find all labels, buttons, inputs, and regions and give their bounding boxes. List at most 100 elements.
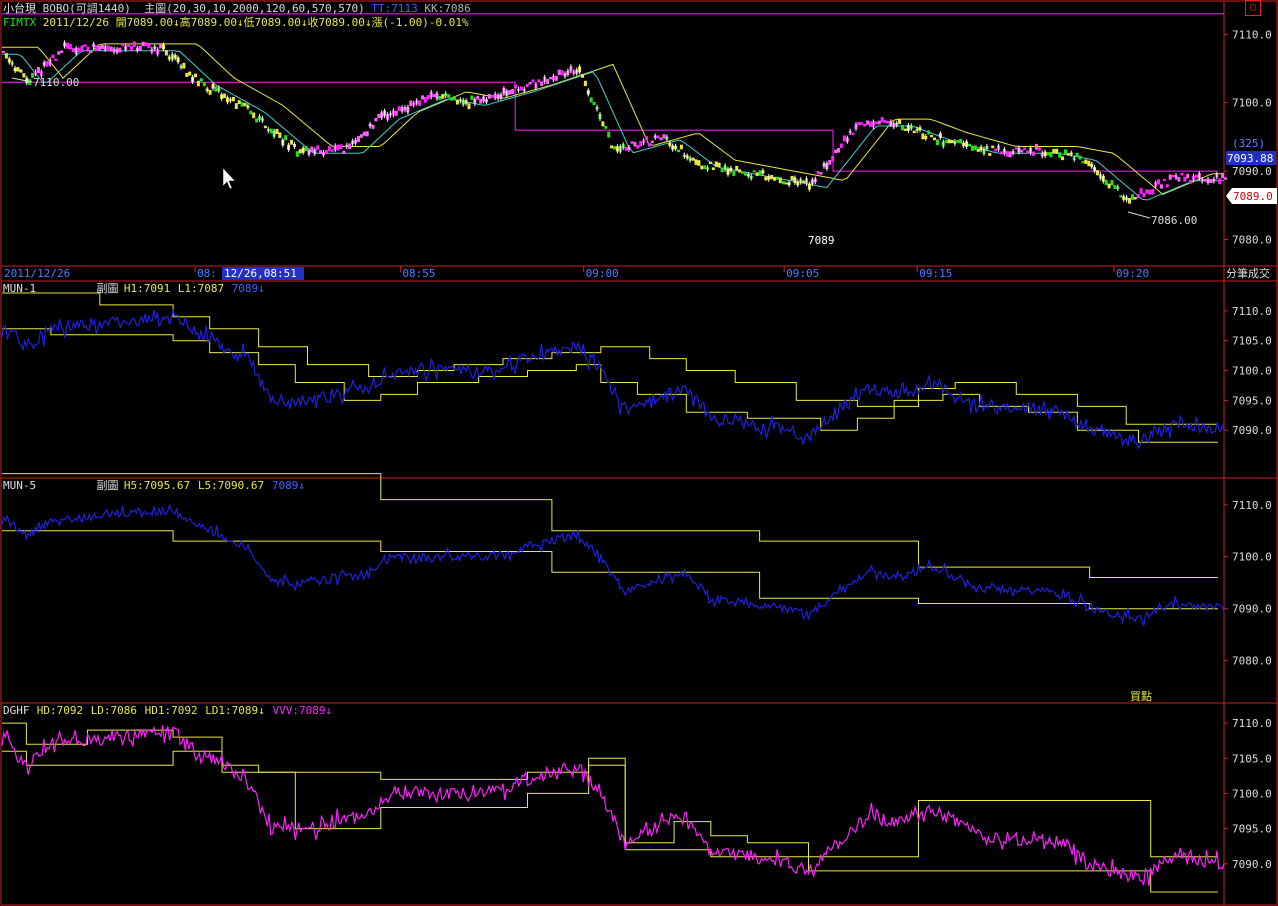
price-wick: [1198, 171, 1200, 181]
price-bar: [89, 51, 93, 53]
price-bar: [869, 121, 872, 127]
price-wick: [302, 145, 304, 155]
price-bar: [633, 141, 637, 147]
price-bar: [68, 44, 72, 50]
y-tick-label: 7095.0: [1232, 394, 1272, 407]
panel2-h: H1:7091: [124, 282, 170, 295]
price-wick: [724, 163, 726, 172]
price-bar: [837, 148, 840, 153]
price-wick: [654, 133, 656, 140]
header-line-1: 小台現 BOBO(可調1440) 主圖(20,30,10,2000,120,60…: [3, 2, 471, 15]
price-wick: [462, 97, 464, 107]
price-wick: [430, 89, 432, 100]
price-bar: [479, 98, 483, 104]
price-bar: [711, 167, 715, 171]
price-bar: [263, 125, 267, 129]
price-bar: [709, 161, 712, 164]
panel3-h: H5:7095.67: [124, 479, 190, 492]
price-bar: [743, 172, 747, 176]
price-bar: [1209, 179, 1213, 183]
price-bar: [581, 73, 584, 78]
price-bar: [880, 117, 884, 123]
price-bar: [141, 41, 145, 47]
panel4-vvv: VVV:7089↓: [273, 704, 333, 717]
price-bar: [976, 148, 980, 152]
price-wick: [282, 137, 284, 148]
price-wick: [855, 122, 857, 131]
price-wick: [180, 63, 182, 70]
panel3-l: L5:7090.67: [198, 479, 264, 492]
price-wick: [346, 142, 348, 150]
price-wick: [1117, 184, 1119, 191]
price-bar: [208, 90, 212, 95]
price-bar: [249, 110, 253, 115]
price-wick: [730, 165, 732, 174]
price-wick: [628, 145, 630, 152]
price-bar: [394, 111, 398, 116]
price-wick: [157, 47, 159, 57]
price-bar: [490, 95, 494, 98]
price-bar: [549, 77, 552, 80]
price-wick: [247, 103, 249, 110]
title: 小台現: [3, 2, 36, 15]
price-wick: [154, 44, 156, 51]
price-bar: [45, 61, 49, 67]
price-bar: [330, 149, 334, 152]
price-wick: [1073, 155, 1075, 162]
price-bar: [1133, 197, 1137, 200]
price-bar: [194, 73, 197, 78]
price-bar: [898, 119, 902, 125]
price-wick: [826, 161, 828, 172]
price-wick: [983, 146, 985, 156]
price-bar: [409, 100, 413, 107]
price-bar: [95, 45, 99, 52]
price-line: [1, 308, 1225, 450]
price-bar: [159, 43, 163, 49]
price-wick: [500, 92, 502, 101]
price-bar: [421, 95, 424, 100]
price-wick: [683, 152, 685, 159]
panel4-ld1: LD1:7089↓: [205, 704, 265, 717]
price-bar: [1162, 178, 1166, 181]
price-wick: [523, 86, 525, 94]
price-bar: [1113, 185, 1117, 189]
price-wick: [218, 85, 220, 94]
price-bar: [790, 175, 794, 181]
price-bar: [970, 146, 974, 151]
price-bar: [1058, 152, 1062, 158]
price-bar: [886, 120, 890, 124]
price-bar: [54, 58, 58, 61]
price-bar: [956, 139, 960, 143]
mouse-cursor-icon: [222, 167, 236, 190]
price-bar: [453, 96, 456, 101]
price-wick: [14, 65, 16, 74]
price-wick: [43, 60, 45, 68]
price-wick: [436, 91, 438, 101]
price-wick: [93, 41, 95, 50]
time-tick-label: 08:: [197, 267, 217, 280]
price-wick: [494, 91, 496, 101]
price-wick: [806, 176, 807, 186]
price-wick: [212, 82, 214, 91]
price-bar: [540, 81, 544, 86]
price-bar: [514, 84, 518, 89]
panel2-name: MUN-1: [3, 282, 36, 295]
annotation-price: 7089: [808, 234, 835, 247]
price-wick: [567, 68, 569, 77]
price-wick: [849, 128, 851, 135]
price-bar: [1183, 176, 1187, 182]
price-bar: [819, 172, 823, 175]
close-icon[interactable]: ▢: [1245, 0, 1261, 16]
panel3-name: MUN-5: [3, 479, 36, 492]
price-wick: [564, 71, 566, 79]
price-bar: [339, 144, 343, 149]
price-bar: [22, 73, 26, 78]
price-bar: [164, 50, 168, 56]
price-wick: [808, 181, 810, 192]
price-wick: [643, 138, 645, 145]
price-bar: [1218, 178, 1222, 184]
price-wick: [675, 143, 677, 152]
price-bar: [325, 150, 328, 154]
price-bar: [630, 141, 634, 144]
panel4-name: DGHF: [3, 704, 30, 717]
